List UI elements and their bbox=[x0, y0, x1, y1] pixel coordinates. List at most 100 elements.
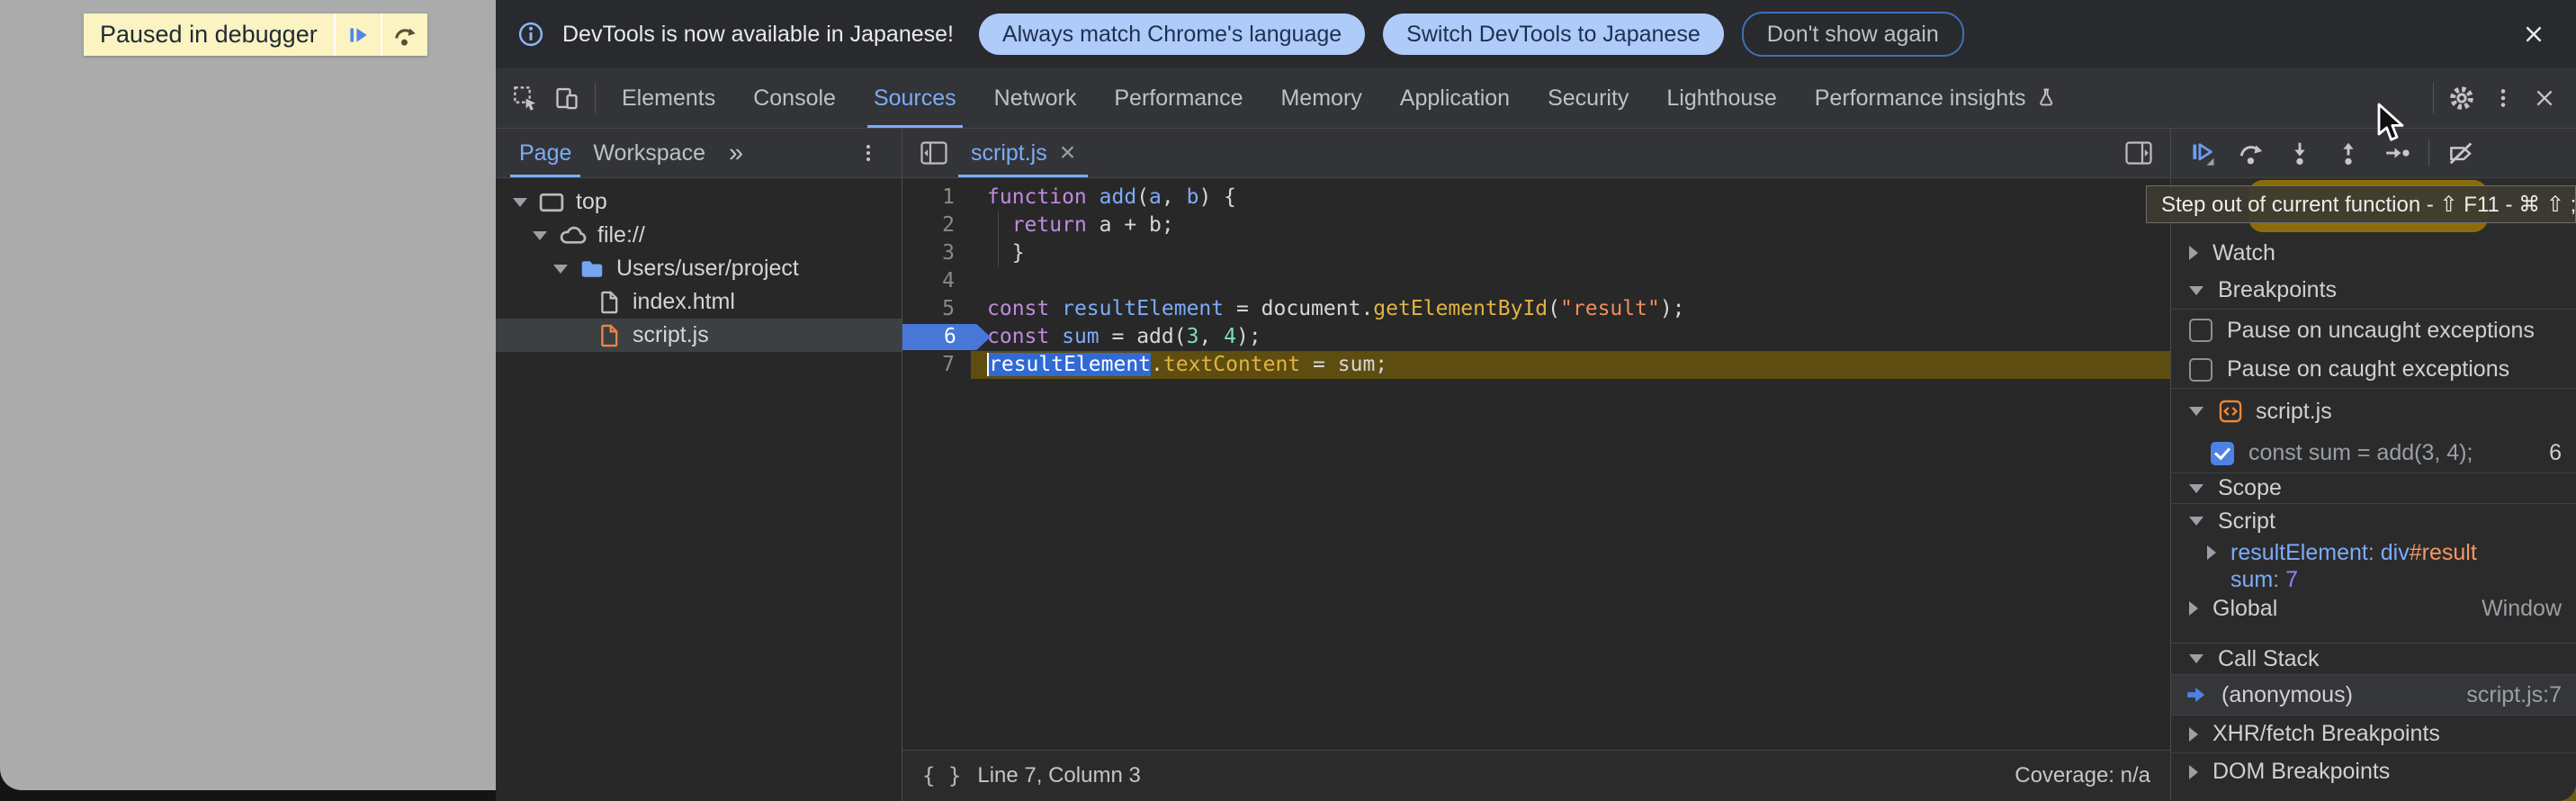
code-area[interactable]: 1function add(a, b) {2 return a + b;3 }4… bbox=[902, 178, 2170, 750]
devtools-close-button[interactable] bbox=[2524, 77, 2565, 119]
execution-line[interactable]: resultElement.textContent = sum; bbox=[971, 351, 2170, 379]
expand-arrow-icon[interactable] bbox=[2189, 654, 2204, 663]
step-over-button[interactable] bbox=[2232, 134, 2270, 172]
close-icon bbox=[2533, 86, 2556, 110]
tab-label: Elements bbox=[622, 86, 715, 112]
expand-arrow-icon[interactable] bbox=[2189, 517, 2204, 526]
expand-arrow-icon[interactable] bbox=[2189, 484, 2204, 493]
more-options-button[interactable] bbox=[2482, 77, 2524, 119]
resume-script-button[interactable] bbox=[334, 14, 381, 56]
watch-section[interactable]: Watch bbox=[2171, 234, 2576, 272]
scope-var-resultelement[interactable]: resultElement: div#result bbox=[2171, 538, 2576, 567]
tab-elements[interactable]: Elements bbox=[603, 68, 734, 128]
scope-var-value: sum: 7 bbox=[2230, 567, 2298, 593]
pause-caught-checkbox[interactable] bbox=[2189, 358, 2212, 382]
tab-performance-insights[interactable]: Performance insights bbox=[1796, 68, 2076, 128]
step-over-icon bbox=[392, 22, 417, 48]
pause-uncaught-checkbox[interactable] bbox=[2189, 319, 2212, 342]
collapse-arrow-icon[interactable] bbox=[2189, 765, 2198, 779]
deactivate-breakpoints-button[interactable] bbox=[2442, 134, 2480, 172]
tab-memory[interactable]: Memory bbox=[1261, 68, 1380, 128]
call-stack-section[interactable]: Call Stack bbox=[2171, 643, 2576, 675]
step-into-button[interactable] bbox=[2281, 134, 2319, 172]
switch-to-japanese-button[interactable]: Switch DevTools to Japanese bbox=[1383, 14, 1724, 55]
expand-arrow-icon[interactable] bbox=[533, 231, 547, 240]
xhr-breakpoints-section[interactable]: XHR/fetch Breakpoints bbox=[2171, 715, 2576, 752]
breakpoint-file-group[interactable]: script.js bbox=[2171, 389, 2576, 434]
inspect-element-button[interactable] bbox=[505, 77, 546, 119]
resume-button[interactable] bbox=[2184, 134, 2221, 172]
expand-arrow-icon[interactable] bbox=[2189, 407, 2204, 416]
breakpoint-item[interactable]: const sum = add(3, 4); 6 bbox=[2171, 434, 2576, 473]
line-number[interactable]: 5 bbox=[902, 295, 971, 323]
collapse-arrow-icon[interactable] bbox=[2189, 246, 2198, 260]
always-match-language-button[interactable]: Always match Chrome's language bbox=[979, 14, 1365, 55]
tree-item-script-js[interactable]: script.js bbox=[496, 319, 902, 352]
scope-var-sum[interactable]: sum: 7 bbox=[2171, 567, 2576, 592]
tab-network[interactable]: Network bbox=[975, 68, 1096, 128]
more-tabs-chevron[interactable]: » bbox=[716, 139, 758, 168]
navigator-tab-workspace[interactable]: Workspace bbox=[582, 129, 716, 177]
panel-right-icon bbox=[2125, 141, 2152, 165]
code-line-2: 2 return a + b; bbox=[902, 212, 2170, 239]
breakpoints-section[interactable]: Breakpoints bbox=[2171, 272, 2576, 310]
line-number[interactable]: 3 bbox=[902, 239, 971, 267]
expand-arrow-icon[interactable] bbox=[2189, 286, 2204, 295]
pretty-print-icon[interactable]: { } bbox=[922, 763, 961, 788]
info-icon bbox=[517, 21, 544, 48]
line-number[interactable]: 2 bbox=[902, 212, 971, 239]
editor-tabbar: script.js × bbox=[902, 129, 2170, 178]
hide-debugger-sidebar-button[interactable] bbox=[2118, 132, 2159, 174]
settings-button[interactable] bbox=[2441, 77, 2482, 119]
call-stack-frame[interactable]: (anonymous) script.js:7 bbox=[2171, 675, 2576, 715]
tab-console[interactable]: Console bbox=[734, 68, 855, 128]
device-toolbar-button[interactable] bbox=[546, 77, 588, 119]
pause-uncaught-row[interactable]: Pause on uncaught exceptions bbox=[2171, 310, 2576, 351]
step-over-badge-button[interactable] bbox=[381, 14, 427, 56]
tree-item-folder[interactable]: Users/user/project bbox=[496, 252, 902, 285]
line-number[interactable]: 7 bbox=[902, 351, 971, 379]
expand-arrow-icon[interactable] bbox=[513, 198, 527, 207]
dont-show-again-button[interactable]: Don't show again bbox=[1742, 12, 1964, 57]
paused-in-debugger-label: Paused in debugger bbox=[84, 14, 334, 56]
screenshot-root: Paused in debugger bbox=[0, 0, 2576, 801]
tab-sources[interactable]: Sources bbox=[855, 68, 975, 128]
scope-script-row[interactable]: Script bbox=[2171, 504, 2576, 538]
tab-label: Console bbox=[753, 86, 836, 112]
editor-tab-script-js[interactable]: script.js × bbox=[955, 129, 1091, 177]
tree-item-label: top bbox=[576, 189, 607, 215]
navigator-tab-page[interactable]: Page bbox=[508, 129, 582, 177]
scope-section[interactable]: Scope bbox=[2171, 473, 2576, 504]
tab-performance[interactable]: Performance bbox=[1095, 68, 1261, 128]
expand-arrow-icon[interactable] bbox=[553, 265, 568, 274]
navigator-menu-button[interactable] bbox=[848, 132, 889, 174]
js-file-icon bbox=[597, 323, 622, 348]
breakpoint-checkbox[interactable] bbox=[2211, 442, 2234, 465]
current-frame-arrow-icon bbox=[2186, 683, 2209, 706]
expand-arrow-icon[interactable] bbox=[2207, 545, 2216, 560]
line-number[interactable]: 4 bbox=[902, 267, 971, 295]
scope-global-row[interactable]: Global Window bbox=[2171, 592, 2576, 625]
pause-caught-label: Pause on caught exceptions bbox=[2227, 356, 2509, 382]
code-line-6: 6const sum = add(3, 4); bbox=[902, 323, 2170, 351]
pause-caught-row[interactable]: Pause on caught exceptions bbox=[2171, 351, 2576, 389]
collapse-arrow-icon[interactable] bbox=[2189, 601, 2198, 616]
editor-tab-close-icon[interactable]: × bbox=[1060, 140, 1076, 166]
gear-icon bbox=[2447, 84, 2476, 112]
line-number[interactable]: 1 bbox=[902, 184, 971, 212]
tab-security[interactable]: Security bbox=[1529, 68, 1647, 128]
infobar-close-button[interactable] bbox=[2513, 14, 2554, 55]
tab-application[interactable]: Application bbox=[1381, 68, 1529, 128]
scope-section-title: Scope bbox=[2218, 475, 2282, 501]
collapse-arrow-icon[interactable] bbox=[2189, 727, 2198, 742]
panel-left-icon bbox=[920, 141, 947, 165]
step-out-button[interactable] bbox=[2329, 134, 2367, 172]
breakpoint-flag-icon[interactable]: 6 bbox=[902, 324, 991, 350]
tree-item-file-origin[interactable]: file:// bbox=[496, 219, 902, 252]
tab-label: Lighthouse bbox=[1666, 86, 1776, 112]
tree-item-top[interactable]: top bbox=[496, 185, 902, 219]
hide-navigator-button[interactable] bbox=[913, 132, 955, 174]
tree-item-index-html[interactable]: index.html bbox=[496, 285, 902, 319]
tab-lighthouse[interactable]: Lighthouse bbox=[1647, 68, 1795, 128]
dom-breakpoints-section[interactable]: DOM Breakpoints bbox=[2171, 752, 2576, 790]
